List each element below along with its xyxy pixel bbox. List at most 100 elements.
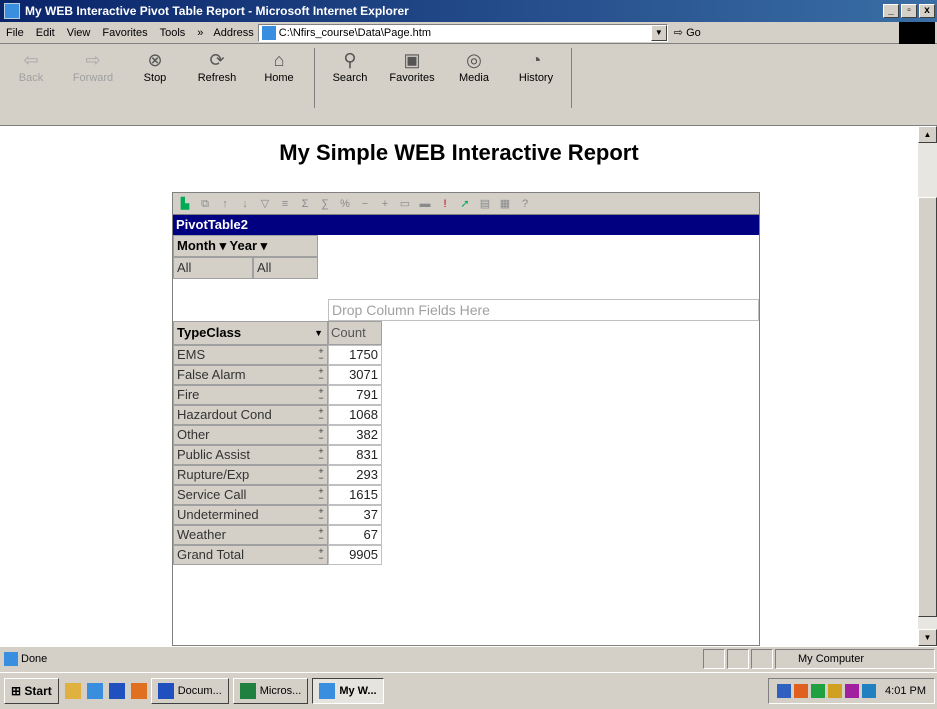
- row-label[interactable]: Rupture/Exp: [173, 465, 328, 485]
- refresh-data-icon[interactable]: !: [437, 196, 453, 212]
- expand-collapse-icon[interactable]: + −: [316, 487, 326, 503]
- expand-collapse-icon[interactable]: + −: [316, 427, 326, 443]
- quicklaunch-ie-icon[interactable]: [86, 683, 103, 699]
- go-button[interactable]: ⇨ Go: [674, 26, 701, 39]
- pivot-row[interactable]: Other + −382: [173, 425, 382, 445]
- tray-app-icon[interactable]: [811, 684, 826, 698]
- copy-icon[interactable]: ⧉: [197, 196, 213, 212]
- start-button[interactable]: ⊞ Start: [4, 678, 59, 704]
- row-label[interactable]: Public Assist: [173, 445, 328, 465]
- help-icon[interactable]: ?: [517, 196, 533, 212]
- expand-collapse-icon[interactable]: + −: [316, 367, 326, 383]
- hide-details-icon[interactable]: ▭: [397, 196, 413, 212]
- minimize-button[interactable]: _: [883, 4, 899, 18]
- title-bar[interactable]: My WEB Interactive Pivot Table Report - …: [0, 0, 937, 22]
- address-bar[interactable]: C:\Nfirs_course\Data\Page.htm ▼: [257, 23, 668, 42]
- data-field-header[interactable]: Count: [328, 321, 382, 345]
- address-input[interactable]: C:\Nfirs_course\Data\Page.htm: [279, 27, 651, 39]
- export-excel-icon[interactable]: ➚: [457, 196, 473, 212]
- row-label[interactable]: Undetermined: [173, 505, 328, 525]
- expand-collapse-icon[interactable]: + −: [316, 467, 326, 483]
- back-button[interactable]: ⇦ Back: [0, 48, 62, 84]
- tray-app-icon[interactable]: [845, 684, 860, 698]
- expand-collapse-icon[interactable]: + −: [316, 507, 326, 523]
- office-logo-icon[interactable]: ▙: [177, 196, 193, 212]
- filter-month-label[interactable]: Month: [177, 238, 216, 253]
- quicklaunch-media-icon[interactable]: [130, 683, 147, 699]
- menu-file[interactable]: File: [0, 27, 30, 39]
- pivot-row[interactable]: Hazardout Cond + −1068: [173, 405, 382, 425]
- task-ie[interactable]: My W...: [312, 678, 384, 704]
- row-label[interactable]: Hazardout Cond: [173, 405, 328, 425]
- tray-volume-icon[interactable]: [862, 684, 877, 698]
- row-field-header[interactable]: TypeClass ▼: [173, 321, 328, 345]
- vertical-scrollbar[interactable]: ▲ ▼: [918, 126, 937, 646]
- row-label[interactable]: Grand Total: [173, 545, 328, 565]
- task-word[interactable]: Docum...: [150, 678, 229, 704]
- task-excel[interactable]: Micros...: [232, 678, 309, 704]
- calculated-totals-icon[interactable]: ∑: [317, 196, 333, 212]
- expand-collapse-icon[interactable]: + −: [316, 447, 326, 463]
- expand-collapse-icon[interactable]: + −: [316, 407, 326, 423]
- scroll-down-icon[interactable]: ▼: [918, 629, 937, 646]
- chevron-down-icon[interactable]: ▾: [261, 238, 268, 253]
- pivot-row[interactable]: Grand Total + −9905: [173, 545, 382, 565]
- stop-button[interactable]: ⊗ Stop: [124, 48, 186, 84]
- row-label[interactable]: EMS: [173, 345, 328, 365]
- chevron-down-icon[interactable]: ▾: [220, 238, 227, 253]
- expand-collapse-icon[interactable]: + −: [316, 347, 326, 363]
- pivot-row[interactable]: Public Assist + −831: [173, 445, 382, 465]
- row-label[interactable]: Service Call: [173, 485, 328, 505]
- drop-column-fields-zone[interactable]: Drop Column Fields Here: [328, 299, 759, 321]
- sort-ascending-icon[interactable]: ↑: [217, 196, 233, 212]
- media-button[interactable]: ◎ Media: [443, 48, 505, 84]
- menu-overflow-chevron[interactable]: »: [191, 27, 209, 39]
- menu-tools[interactable]: Tools: [154, 27, 192, 39]
- properties-icon[interactable]: ▦: [497, 196, 513, 212]
- filter-year-label[interactable]: Year: [230, 238, 257, 253]
- expand-icon[interactable]: +: [377, 196, 393, 212]
- pivot-row[interactable]: Rupture/Exp + −293: [173, 465, 382, 485]
- pivot-table[interactable]: ▙ ⧉ ↑ ↓ ▽ ≡ Σ ∑ % − + ▭ ▬ ! ➚ ▤ ▦ ? Pivo…: [172, 192, 760, 646]
- pivot-row[interactable]: Service Call + −1615: [173, 485, 382, 505]
- row-label[interactable]: Other: [173, 425, 328, 445]
- row-label[interactable]: Fire: [173, 385, 328, 405]
- sort-descending-icon[interactable]: ↓: [237, 196, 253, 212]
- field-list-icon[interactable]: ▤: [477, 196, 493, 212]
- quicklaunch-desktop-icon[interactable]: [64, 683, 81, 699]
- show-top-bottom-icon[interactable]: ≡: [277, 196, 293, 212]
- scroll-thumb[interactable]: [918, 197, 937, 617]
- expand-collapse-icon[interactable]: + −: [316, 527, 326, 543]
- chevron-down-icon[interactable]: ▼: [314, 322, 323, 344]
- show-details-icon[interactable]: ▬: [417, 196, 433, 212]
- restore-button[interactable]: ▫: [901, 4, 917, 18]
- close-button[interactable]: x: [919, 4, 935, 18]
- filter-fields-header[interactable]: Month ▾ Year ▾: [173, 235, 318, 257]
- tray-network-icon[interactable]: [777, 684, 792, 698]
- menu-favorites[interactable]: Favorites: [96, 27, 153, 39]
- favorites-button[interactable]: ▣ Favorites: [381, 48, 443, 84]
- quicklaunch-outlook-icon[interactable]: [108, 683, 125, 699]
- row-label[interactable]: Weather: [173, 525, 328, 545]
- pivot-row[interactable]: EMS + −1750: [173, 345, 382, 365]
- pivot-row[interactable]: False Alarm + −3071: [173, 365, 382, 385]
- pivot-row[interactable]: Weather + −67: [173, 525, 382, 545]
- search-button[interactable]: ⚲ Search: [319, 48, 381, 84]
- refresh-button[interactable]: ⟳ Refresh: [186, 48, 248, 84]
- history-button[interactable]: ◔ History: [505, 48, 567, 84]
- row-field-label[interactable]: TypeClass: [177, 325, 241, 340]
- menu-edit[interactable]: Edit: [30, 27, 61, 39]
- expand-collapse-icon[interactable]: + −: [316, 387, 326, 403]
- pivot-row[interactable]: Undetermined + −37: [173, 505, 382, 525]
- show-as-icon[interactable]: %: [337, 196, 353, 212]
- pivot-row[interactable]: Fire + −791: [173, 385, 382, 405]
- tray-app-icon[interactable]: [828, 684, 843, 698]
- autofilter-icon[interactable]: ▽: [257, 196, 273, 212]
- collapse-icon[interactable]: −: [357, 196, 373, 212]
- home-button[interactable]: ⌂ Home: [248, 48, 310, 84]
- address-dropdown-icon[interactable]: ▼: [650, 24, 667, 41]
- subtotal-icon[interactable]: Σ: [297, 196, 313, 212]
- menu-view[interactable]: View: [61, 27, 97, 39]
- forward-button[interactable]: ⇨ Forward: [62, 48, 124, 84]
- tray-app-icon[interactable]: [794, 684, 809, 698]
